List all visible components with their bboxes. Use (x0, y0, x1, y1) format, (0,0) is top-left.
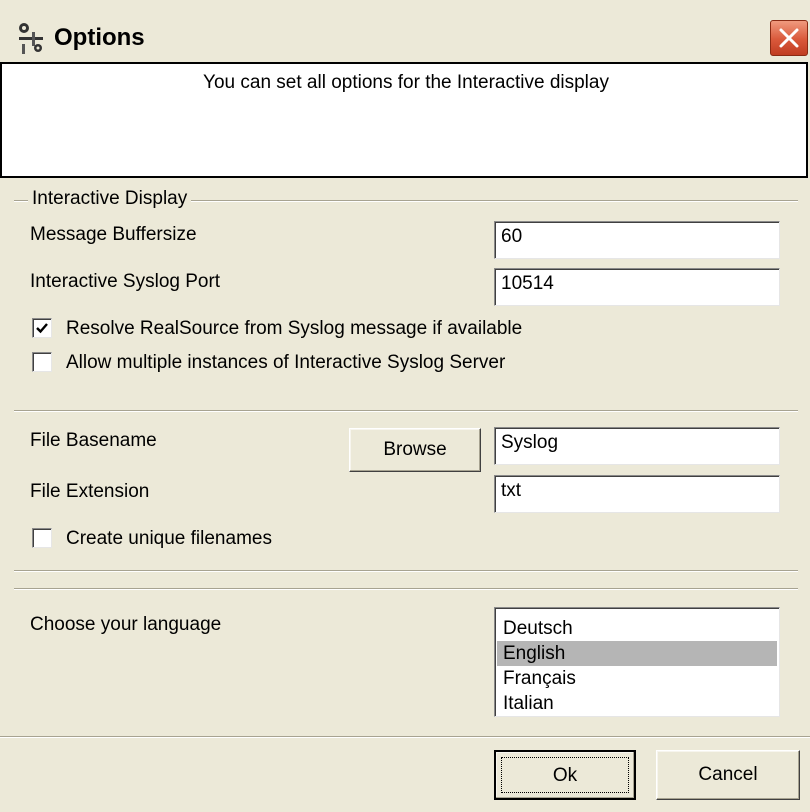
section-divider-lower (14, 588, 798, 590)
close-icon (779, 28, 799, 48)
resolve-realsource-checkbox[interactable] (32, 318, 52, 338)
footer-divider (0, 736, 810, 738)
cancel-button[interactable]: Cancel (656, 750, 800, 800)
section-divider-upper (14, 570, 798, 572)
syslog-port-label: Interactive Syslog Port (30, 271, 221, 292)
checkmark-icon (36, 323, 48, 334)
language-option[interactable]: Italian (497, 691, 777, 716)
language-option[interactable]: Deutsch (497, 616, 777, 641)
browse-button[interactable]: Browse (349, 428, 481, 472)
file-basename-input[interactable]: Syslog (494, 427, 780, 465)
file-extension-label: File Extension (30, 481, 150, 502)
language-option-selected[interactable]: English (497, 641, 777, 666)
allow-multiple-instances-checkbox[interactable] (32, 352, 52, 372)
ok-button[interactable]: Ok (494, 750, 636, 800)
options-dialog: Options You can set all options for the … (0, 0, 810, 812)
choose-language-label: Choose your language (30, 614, 222, 635)
message-buffersize-input[interactable]: 60 (494, 221, 780, 259)
header-panel: You can set all options for the Interact… (0, 62, 808, 178)
message-buffersize-label: Message Buffersize (30, 224, 197, 245)
header-text: You can set all options for the Interact… (203, 72, 609, 93)
focus-rectangle (501, 757, 629, 793)
syslog-port-input[interactable]: 10514 (494, 268, 780, 306)
allow-multiple-instances-label: Allow multiple instances of Interactive … (66, 352, 506, 373)
close-button[interactable] (770, 20, 808, 56)
file-basename-label: File Basename (30, 430, 157, 451)
group-label-interactive-display: Interactive Display (28, 188, 192, 210)
resolve-realsource-label: Resolve RealSource from Syslog message i… (66, 318, 523, 339)
file-extension-input[interactable]: txt (494, 475, 780, 513)
language-option[interactable]: Français (497, 666, 777, 691)
window-title: Options (54, 24, 145, 51)
create-unique-filenames-label: Create unique filenames (66, 528, 272, 549)
create-unique-filenames-checkbox[interactable] (32, 528, 52, 548)
options-app-icon (14, 18, 48, 58)
section-divider-file (14, 410, 798, 412)
language-listbox[interactable]: Deutsch English Français Italian (494, 607, 780, 717)
